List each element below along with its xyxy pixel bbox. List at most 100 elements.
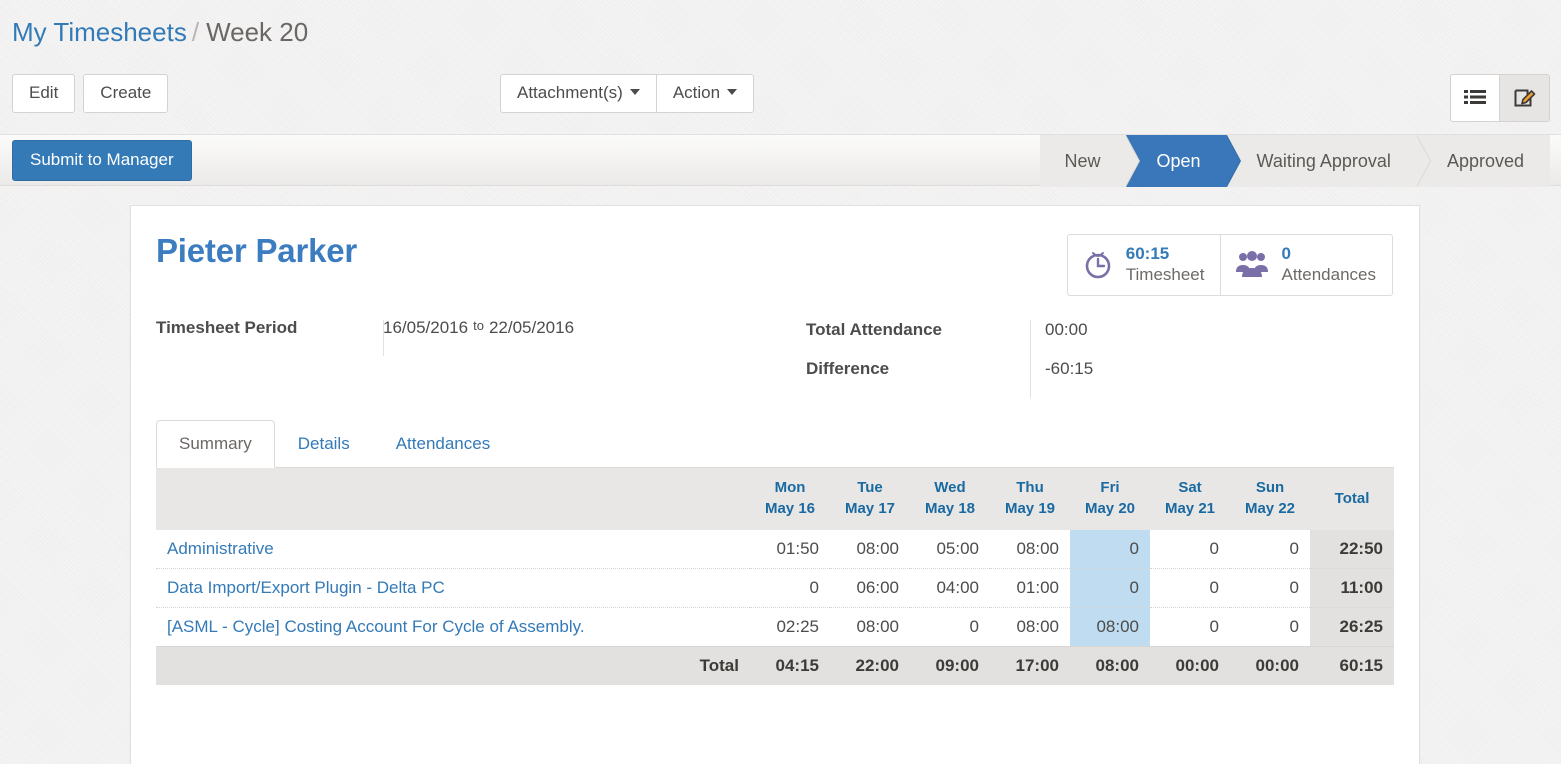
timesheet-stat-value: 60:15 bbox=[1125, 244, 1170, 263]
header-sun-day: Sun bbox=[1255, 479, 1285, 496]
timesheet-stat-label: Timesheet bbox=[1125, 265, 1205, 284]
footer-thu: 17:00 bbox=[990, 646, 1070, 685]
cell-fri[interactable]: 0 bbox=[1070, 530, 1150, 569]
table-row: Administrative 01:50 08:00 05:00 08:00 0… bbox=[156, 530, 1394, 569]
form-view-button[interactable] bbox=[1500, 74, 1550, 122]
breadcrumb: My Timesheets / Week 20 bbox=[12, 12, 308, 52]
header-sat-day: Sat bbox=[1178, 479, 1202, 496]
header-fri: Fri May 20 bbox=[1070, 468, 1150, 530]
attendances-stat-value: 0 bbox=[1281, 244, 1291, 263]
footer-grand-total: 60:15 bbox=[1310, 646, 1394, 685]
breadcrumb-root-link[interactable]: My Timesheets bbox=[12, 17, 187, 47]
cell-wed[interactable]: 05:00 bbox=[910, 530, 990, 569]
row-name-link[interactable]: Administrative bbox=[156, 530, 750, 569]
summary-table: Mon May 16 Tue May 17 Wed May 18 Thu May… bbox=[156, 468, 1394, 685]
cell-thu[interactable]: 01:00 bbox=[990, 568, 1070, 608]
footer-sun: 00:00 bbox=[1230, 646, 1310, 685]
header-sun-date: May 22 bbox=[1244, 500, 1296, 517]
view-switcher bbox=[1450, 74, 1550, 122]
submit-to-manager-button[interactable]: Submit to Manager bbox=[12, 140, 192, 181]
chevron-down-icon bbox=[727, 89, 738, 95]
notebook: Summary Details Attendances Mon May 16 T… bbox=[156, 420, 1394, 685]
cell-thu[interactable]: 08:00 bbox=[990, 607, 1070, 647]
summary-total-row: Total 04:15 22:00 09:00 17:00 08:00 00:0… bbox=[156, 646, 1394, 685]
footer-sat: 00:00 bbox=[1150, 646, 1230, 685]
cell-sat[interactable]: 0 bbox=[1150, 530, 1230, 569]
statusbar: New Open Waiting Approval Approved bbox=[1040, 135, 1550, 187]
cell-wed[interactable]: 04:00 bbox=[910, 568, 990, 608]
summary-table-head: Mon May 16 Tue May 17 Wed May 18 Thu May… bbox=[156, 468, 1394, 530]
header-wed: Wed May 18 bbox=[910, 468, 990, 530]
header-mon-day: Mon bbox=[774, 479, 806, 496]
header-tue-date: May 17 bbox=[844, 500, 896, 517]
table-row: Data Import/Export Plugin - Delta PC 0 0… bbox=[156, 568, 1394, 608]
difference-value: -60:15 bbox=[1045, 359, 1094, 378]
cell-wed[interactable]: 0 bbox=[910, 607, 990, 647]
date-to-value: 22/05/2016 bbox=[488, 318, 575, 337]
cell-mon[interactable]: 0 bbox=[750, 568, 830, 608]
header-tue: Tue May 17 bbox=[830, 468, 910, 530]
total-attendance-field: Total Attendance 00:00 bbox=[806, 320, 1088, 340]
cell-fri[interactable]: 0 bbox=[1070, 568, 1150, 608]
footer-fri: 08:00 bbox=[1070, 646, 1150, 685]
row-name-link[interactable]: [ASML - Cycle] Costing Account For Cycle… bbox=[156, 607, 750, 647]
header-thu: Thu May 19 bbox=[990, 468, 1070, 530]
total-attendance-label: Total Attendance bbox=[806, 320, 943, 339]
timesheet-period-value[interactable]: 16/05/2016 to 22/05/2016 bbox=[383, 318, 574, 338]
edit-button[interactable]: Edit bbox=[12, 74, 76, 113]
list-view-button[interactable] bbox=[1450, 74, 1500, 122]
date-from-value: 16/05/2016 bbox=[383, 318, 469, 337]
action-dropdown[interactable]: Action bbox=[656, 74, 755, 113]
header-total: Total bbox=[1310, 468, 1394, 530]
breadcrumb-current: Week 20 bbox=[206, 17, 309, 47]
tab-attendances[interactable]: Attendances bbox=[373, 420, 514, 468]
attachments-dropdown[interactable]: Attachment(s) bbox=[500, 74, 657, 113]
cell-tue[interactable]: 08:00 bbox=[830, 607, 910, 647]
cell-sun[interactable]: 0 bbox=[1230, 568, 1310, 608]
header-mon: Mon May 16 bbox=[750, 468, 830, 530]
attachments-label: Attachment(s) bbox=[517, 83, 623, 102]
breadcrumb-separator: / bbox=[191, 17, 200, 47]
cell-sat[interactable]: 0 bbox=[1150, 568, 1230, 608]
cell-sun[interactable]: 0 bbox=[1230, 607, 1310, 647]
list-view-icon bbox=[1464, 89, 1486, 108]
cell-sat[interactable]: 0 bbox=[1150, 607, 1230, 647]
cell-tue[interactable]: 08:00 bbox=[830, 530, 910, 569]
tab-summary[interactable]: Summary bbox=[156, 420, 275, 468]
users-icon bbox=[1235, 250, 1269, 280]
tab-list: Summary Details Attendances bbox=[156, 420, 1394, 468]
cell-sun[interactable]: 0 bbox=[1230, 530, 1310, 569]
header-thu-date: May 19 bbox=[1004, 500, 1056, 517]
tab-details[interactable]: Details bbox=[275, 420, 373, 468]
header-fri-date: May 20 bbox=[1084, 500, 1136, 517]
header-sat: Sat May 21 bbox=[1150, 468, 1230, 530]
status-stage-new[interactable]: New bbox=[1040, 135, 1141, 187]
cell-thu[interactable]: 08:00 bbox=[990, 530, 1070, 569]
record-sheet: Pieter Parker 60:15 Timesheet 0 Attendan… bbox=[130, 205, 1420, 764]
attendances-stat-text: 0 Attendances bbox=[1281, 244, 1376, 286]
row-name-link[interactable]: Data Import/Export Plugin - Delta PC bbox=[156, 568, 750, 608]
cell-mon[interactable]: 02:25 bbox=[750, 607, 830, 647]
chevron-down-icon bbox=[629, 89, 640, 95]
header-thu-day: Thu bbox=[1016, 479, 1044, 496]
cell-row-total: 26:25 bbox=[1310, 607, 1394, 647]
cell-mon[interactable]: 01:50 bbox=[750, 530, 830, 569]
attendances-stat-button[interactable]: 0 Attendances bbox=[1220, 235, 1392, 295]
sidebar-dropdown-group: Attachment(s) Action bbox=[500, 74, 755, 113]
status-stage-waiting-approval[interactable]: Waiting Approval bbox=[1226, 135, 1432, 187]
status-stage-approved[interactable]: Approved bbox=[1416, 135, 1550, 187]
record-buttons: Edit Create bbox=[12, 74, 169, 113]
header-tue-day: Tue bbox=[857, 479, 883, 496]
cell-tue[interactable]: 06:00 bbox=[830, 568, 910, 608]
summary-table-body: Administrative 01:50 08:00 05:00 08:00 0… bbox=[156, 530, 1394, 647]
table-row: [ASML - Cycle] Costing Account For Cycle… bbox=[156, 607, 1394, 647]
create-button[interactable]: Create bbox=[83, 74, 169, 113]
difference-field: Difference -60:15 bbox=[806, 359, 1093, 379]
cell-fri[interactable]: 08:00 bbox=[1070, 607, 1150, 647]
timesheet-stat-button[interactable]: 60:15 Timesheet bbox=[1068, 235, 1221, 295]
total-attendance-value: 00:00 bbox=[1045, 320, 1088, 339]
footer-tue: 22:00 bbox=[830, 646, 910, 685]
header-wed-day: Wed bbox=[934, 479, 966, 496]
timesheet-period-label: Timesheet Period bbox=[156, 318, 298, 337]
status-stage-open[interactable]: Open bbox=[1126, 135, 1241, 187]
